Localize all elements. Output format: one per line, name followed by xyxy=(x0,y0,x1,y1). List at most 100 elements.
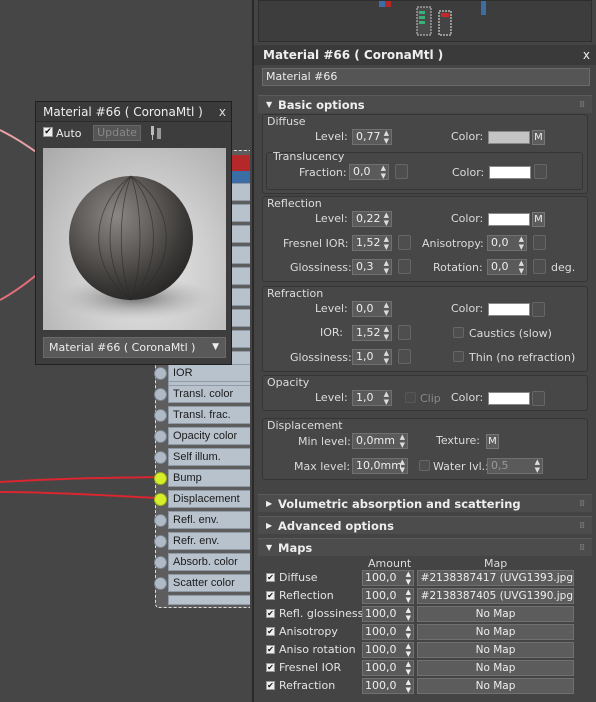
ior-spinner[interactable]: 1,52 ▲ ▼ xyxy=(352,325,392,341)
node-socket[interactable] xyxy=(154,367,167,380)
node-editor-canvas[interactable]: IOR Transl. color Transl. frac. Opacity col… xyxy=(0,0,250,702)
spinner-arrows-icon[interactable]: ▲ ▼ xyxy=(381,164,386,180)
map-slot-button[interactable]: Map #2138387417 (UVG1393.jpg xyxy=(417,570,574,586)
auto-checkbox[interactable]: ✔ xyxy=(43,127,53,137)
node-slot-opacity-color[interactable]: Opacity color xyxy=(168,427,250,445)
close-icon[interactable]: x xyxy=(583,45,590,65)
map-enable-checkbox[interactable]: ✔ xyxy=(266,645,275,654)
node-slot-ior[interactable]: IOR xyxy=(168,364,250,382)
water-level-spinner[interactable]: 0,5 ▲ ▼ xyxy=(487,458,543,474)
material-selector-dropdown[interactable]: Material #66 ( CoronaMtl ) ▼ xyxy=(43,337,226,358)
close-icon[interactable]: x xyxy=(219,102,226,122)
node-socket[interactable] xyxy=(154,577,167,590)
map-enable-checkbox[interactable]: ✔ xyxy=(266,627,275,636)
node-socket[interactable] xyxy=(154,556,167,569)
advanced-options-rollout[interactable]: ▶ Advanced options ⁞⁞ xyxy=(258,516,592,534)
spinner-arrows-icon[interactable]: ▲ ▼ xyxy=(519,235,524,251)
refraction-map-button[interactable] xyxy=(532,302,545,317)
spinner-arrows-icon[interactable]: ▲ ▼ xyxy=(406,606,411,622)
map-amount-spinner[interactable]: 100,0 ▲ ▼ xyxy=(362,624,414,640)
node-slot-scatter-color[interactable]: Scatter color xyxy=(168,574,250,592)
spinner-arrows-icon[interactable]: ▲ ▼ xyxy=(406,588,411,604)
preview-title-bar[interactable]: Material #66 ( CoronaMtl ) x xyxy=(36,102,231,122)
spinner-arrows-icon[interactable]: ▲ ▼ xyxy=(384,301,389,317)
map-slot-button[interactable]: No Map xyxy=(417,624,574,640)
reflection-color-swatch[interactable] xyxy=(488,213,530,226)
spinner-arrows-icon[interactable]: ▲ ▼ xyxy=(384,259,389,275)
map-amount-spinner[interactable]: 100,0 ▲ ▼ xyxy=(362,588,414,604)
diffuse-level-spinner[interactable]: 0,77 ▲ ▼ xyxy=(352,129,392,145)
spinner-arrows-icon[interactable]: ▲ ▼ xyxy=(384,390,389,406)
reflection-level-spinner[interactable]: 0,22 ▲ ▼ xyxy=(352,211,392,227)
map-enable-checkbox[interactable]: ✔ xyxy=(266,573,275,582)
material-preview-window[interactable]: Material #66 ( CoronaMtl ) x ✔ Auto Upda… xyxy=(35,101,232,365)
spinner-arrows-icon[interactable]: ▲ ▼ xyxy=(406,678,411,694)
node-socket[interactable] xyxy=(154,472,167,485)
update-button[interactable]: Update xyxy=(93,125,141,141)
node-slot-self-illum[interactable]: Self illum. xyxy=(168,448,250,466)
map-amount-spinner[interactable]: 100,0 ▲ ▼ xyxy=(362,570,414,586)
thin-checkbox[interactable] xyxy=(453,351,464,362)
node-socket[interactable] xyxy=(154,409,167,422)
node-socket[interactable] xyxy=(154,514,167,527)
node-preview-strip[interactable] xyxy=(258,0,592,42)
map-amount-spinner[interactable]: 100,0 ▲ ▼ xyxy=(362,642,414,658)
opacity-map-button[interactable] xyxy=(532,391,545,406)
map-enable-checkbox[interactable]: ✔ xyxy=(266,591,275,600)
fraction-map-button[interactable] xyxy=(395,164,408,179)
spinner-arrows-icon[interactable]: ▲ ▼ xyxy=(384,349,389,365)
ior-map-button[interactable] xyxy=(398,325,411,340)
node-socket[interactable] xyxy=(154,451,167,464)
node-socket[interactable] xyxy=(154,430,167,443)
reflection-glossiness-map-button[interactable] xyxy=(398,259,411,274)
caustics-checkbox[interactable] xyxy=(453,327,464,338)
refraction-level-spinner[interactable]: 0,0 ▲ ▼ xyxy=(352,301,392,317)
water-level-checkbox[interactable] xyxy=(419,460,430,471)
node-socket[interactable] xyxy=(154,388,167,401)
node-slot[interactable] xyxy=(168,595,250,605)
texture-map-button[interactable]: M xyxy=(486,434,499,449)
node-slot-absorb-color[interactable]: Absorb. color xyxy=(168,553,250,571)
max-level-spinner[interactable]: 10,0mm ▲ ▼ xyxy=(352,458,408,474)
opacity-color-swatch[interactable] xyxy=(488,392,530,405)
map-enable-checkbox[interactable]: ✔ xyxy=(266,663,275,672)
rotation-spinner[interactable]: 0,0 ▲ ▼ xyxy=(487,259,527,275)
refraction-glossiness-map-button[interactable] xyxy=(398,349,411,364)
spinner-arrows-icon[interactable]: ▲ ▼ xyxy=(384,129,389,145)
map-slot-button[interactable]: No Map xyxy=(417,678,574,694)
refraction-color-swatch[interactable] xyxy=(488,303,530,316)
diffuse-color-swatch[interactable] xyxy=(488,131,530,144)
rotation-map-button[interactable] xyxy=(533,259,546,274)
node-socket[interactable] xyxy=(154,535,167,548)
diffuse-map-button[interactable]: M xyxy=(532,130,545,145)
spinner-arrows-icon[interactable]: ▲ ▼ xyxy=(384,211,389,227)
map-enable-checkbox[interactable]: ✔ xyxy=(266,609,275,618)
spinner-arrows-icon[interactable]: ▲ ▼ xyxy=(384,325,389,341)
spinner-arrows-icon[interactable]: ▲ ▼ xyxy=(406,570,411,586)
node-socket[interactable] xyxy=(154,493,167,506)
fraction-spinner[interactable]: 0,0 ▲ ▼ xyxy=(349,164,389,180)
map-slot-button[interactable]: No Map xyxy=(417,606,574,622)
reflection-glossiness-spinner[interactable]: 0,3 ▲ ▼ xyxy=(352,259,392,275)
node-slot-refr-env[interactable]: Refr. env. xyxy=(168,532,250,550)
node-slot-refl-env[interactable]: Refl. env. xyxy=(168,511,250,529)
anisotropy-map-button[interactable] xyxy=(533,235,546,250)
maps-rollout[interactable]: ▼ Maps ⁞⁞ xyxy=(258,538,592,556)
spinner-arrows-icon[interactable]: ▲ ▼ xyxy=(519,259,524,275)
spinner-arrows-icon[interactable]: ▲ ▼ xyxy=(384,235,389,251)
panel-title-bar[interactable]: Material #66 ( CoronaMtl ) x xyxy=(254,45,596,65)
anisotropy-spinner[interactable]: 0,0 ▲ ▼ xyxy=(487,235,527,251)
refraction-glossiness-spinner[interactable]: 1,0 ▲ ▼ xyxy=(352,349,392,365)
spinner-arrows-icon[interactable]: ▲ ▼ xyxy=(406,660,411,676)
eyedropper-icon[interactable] xyxy=(150,125,162,141)
map-enable-checkbox[interactable]: ✔ xyxy=(266,681,275,690)
spinner-arrows-icon[interactable]: ▲ ▼ xyxy=(406,624,411,640)
fresnel-ior-map-button[interactable] xyxy=(398,235,411,250)
min-level-spinner[interactable]: 0,0mm ▲ ▼ xyxy=(352,433,408,449)
material-name-field[interactable]: Material #66 xyxy=(262,68,590,86)
reflection-map-button[interactable]: M xyxy=(532,212,545,227)
map-amount-spinner[interactable]: 100,0 ▲ ▼ xyxy=(362,606,414,622)
clip-checkbox[interactable] xyxy=(405,392,416,403)
node-slot-bump[interactable]: Bump xyxy=(168,469,250,487)
node-slot-transl-frac[interactable]: Transl. frac. xyxy=(168,406,250,424)
